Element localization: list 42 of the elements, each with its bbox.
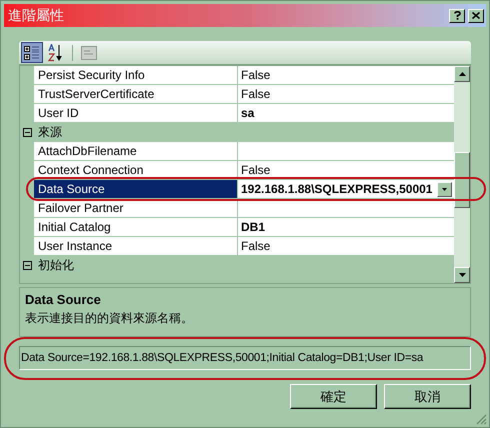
property-value: False xyxy=(241,238,272,255)
description-title: Data Source xyxy=(25,291,102,309)
minus-icon xyxy=(25,264,30,266)
help-button[interactable] xyxy=(449,8,465,22)
property-value: False xyxy=(241,86,272,103)
categorized-button[interactable] xyxy=(21,42,43,63)
scroll-up-button[interactable] xyxy=(454,66,470,82)
property-pages-icon xyxy=(81,46,97,60)
description-text: 表示連接目的的資料來源名稱。 xyxy=(25,310,194,327)
caret-icon xyxy=(442,188,447,190)
down-arrow-icon xyxy=(458,273,466,277)
dropdown-button[interactable] xyxy=(437,182,452,196)
close-icon xyxy=(472,12,480,19)
categorized-icon xyxy=(24,44,40,60)
dialog-button[interactable]: 取消 xyxy=(384,384,471,409)
category-label: 初始化 xyxy=(38,257,74,274)
window-title: 進階屬性 xyxy=(8,6,64,25)
scrollbar[interactable] xyxy=(454,66,470,283)
property-value: False xyxy=(241,67,272,84)
property-value: DB1 xyxy=(241,219,266,236)
help-icon xyxy=(454,11,460,20)
property-name[interactable]: User Instance xyxy=(34,237,238,255)
collapse-toggle[interactable] xyxy=(23,260,32,270)
property-value: False xyxy=(241,162,272,179)
property-value: 192.168.1.88\SQLEXPRESS,50001 xyxy=(241,181,434,198)
property-name[interactable]: User ID xyxy=(34,104,238,122)
category-label: 來源 xyxy=(38,124,62,141)
collapse-toggle[interactable] xyxy=(23,128,32,136)
property-name[interactable]: Initial Catalog xyxy=(34,218,238,236)
scroll-down-button[interactable] xyxy=(454,267,470,283)
scroll-thumb[interactable] xyxy=(454,152,470,208)
up-arrow-icon xyxy=(458,72,466,76)
connection-string-field[interactable]: Data Source=192.168.1.88\SQLEXPRESS,50001;Initial Catalog=DB1;User ID=sa xyxy=(19,346,471,370)
sort-az-icon xyxy=(48,44,64,62)
dialog-button[interactable]: 確定 xyxy=(290,384,377,409)
property-name[interactable]: AttachDbFilename xyxy=(34,142,238,160)
property-name[interactable]: TrustServerCertificate xyxy=(34,85,238,103)
property-value: sa xyxy=(241,105,256,122)
property-name[interactable]: Persist Security Info xyxy=(34,66,238,84)
close-button[interactable] xyxy=(468,8,484,22)
resize-grip-icon[interactable] xyxy=(475,413,487,425)
property-name[interactable]: Data Source xyxy=(34,180,238,198)
